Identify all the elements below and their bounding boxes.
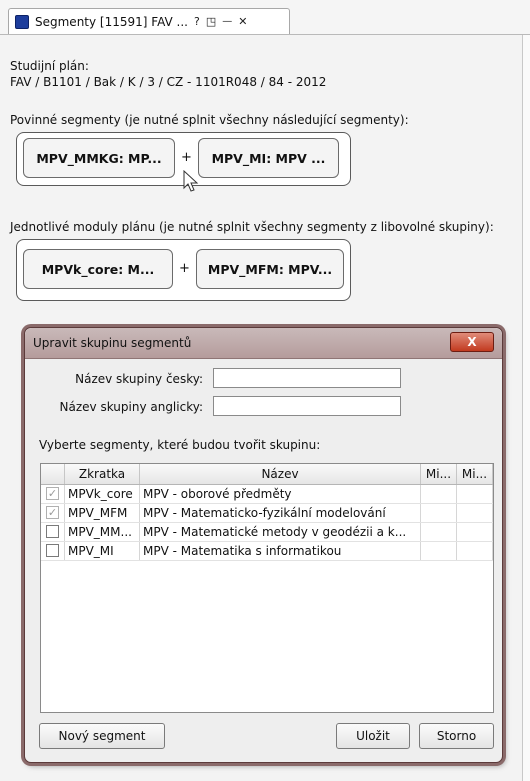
segment-button-mpv-mi[interactable]: MPV_MI: MPV ... xyxy=(198,138,339,178)
table-header: Zkratka Název Mi... Mi... xyxy=(41,464,493,485)
mouse-cursor-icon xyxy=(183,170,199,192)
study-plan-value: FAV / B1101 / Bak / K / 3 / CZ - 1101R04… xyxy=(10,75,327,89)
row-abbr: MPV_MFM xyxy=(65,504,140,522)
dialog-titlebar[interactable]: Upravit skupinu segmentů X xyxy=(25,328,502,359)
row-name: MPV - Matematické metody v geodézii a k.… xyxy=(140,523,421,541)
segments-table: Zkratka Název Mi... Mi... ✓ MPVk_core MP… xyxy=(40,463,494,713)
table-row[interactable]: MPV_MM... MPV - Matematické metody v geo… xyxy=(41,523,493,542)
close-icon[interactable]: ✕ xyxy=(238,15,247,28)
edit-segment-group-dialog: Upravit skupinu segmentů X Název skupiny… xyxy=(24,327,503,763)
column-header-abbr[interactable]: Zkratka xyxy=(65,464,140,484)
row-name: MPV - Matematika s informatikou xyxy=(140,542,421,560)
tab-strip: Segmenty [11591] FAV ... ? ◳ — ✕ xyxy=(0,0,530,35)
help-icon[interactable]: ? xyxy=(194,15,200,28)
window-icon xyxy=(15,14,29,29)
row-checkbox[interactable] xyxy=(46,544,59,557)
row-checkbox[interactable]: ✓ xyxy=(46,487,59,500)
dialog-close-button[interactable]: X xyxy=(450,332,494,352)
row-checkbox[interactable]: ✓ xyxy=(46,506,59,519)
save-button[interactable]: Uložit xyxy=(336,723,410,749)
column-header-check[interactable] xyxy=(41,464,65,484)
segment-button-mpvk-core[interactable]: MPVk_core: M... xyxy=(23,249,173,289)
vertical-scrollbar[interactable] xyxy=(523,35,530,781)
name-cz-label: Název skupiny česky: xyxy=(75,372,203,386)
segment-button-mpv-mfm[interactable]: MPV_MFM: MPV... xyxy=(196,249,344,289)
plus-sign: + xyxy=(181,150,192,165)
row-abbr: MPVk_core xyxy=(65,485,140,503)
minimize-icon[interactable]: — xyxy=(222,16,232,27)
column-header-mi2[interactable]: Mi... xyxy=(457,464,493,484)
tab-title: Segmenty [11591] FAV ... xyxy=(35,14,188,29)
name-cz-input[interactable] xyxy=(213,368,401,388)
segment-button-mpv-mmkg[interactable]: MPV_MMKG: MP... xyxy=(23,138,175,178)
table-row[interactable]: ✓ MPVk_core MPV - oborové předměty xyxy=(41,485,493,504)
row-abbr: MPV_MM... xyxy=(65,523,140,541)
tab-segmenty[interactable]: Segmenty [11591] FAV ... ? ◳ — ✕ xyxy=(8,8,290,34)
row-name: MPV - Matematicko-fyzikální modelování xyxy=(140,504,421,522)
dialog-title: Upravit skupinu segmentů xyxy=(33,336,192,350)
select-segments-heading: Vyberte segmenty, které budou tvořit sku… xyxy=(39,438,321,452)
new-segment-button[interactable]: Nový segment xyxy=(39,723,165,749)
name-en-input[interactable] xyxy=(213,396,401,416)
row-checkbox[interactable] xyxy=(46,525,59,538)
plus-sign: + xyxy=(179,261,190,276)
modules-segment-group: MPVk_core: M... + MPV_MFM: MPV... xyxy=(16,239,351,301)
table-row[interactable]: ✓ MPV_MFM MPV - Matematicko-fyzikální mo… xyxy=(41,504,493,523)
name-en-label: Název skupiny anglicky: xyxy=(59,400,203,414)
mandatory-heading: Povinné segmenty (je nutné splnit všechn… xyxy=(10,113,409,127)
row-abbr: MPV_MI xyxy=(65,542,140,560)
modules-heading: Jednotlivé moduly plánu (je nutné splnit… xyxy=(10,220,494,234)
study-plan-label: Studijní plán: xyxy=(10,59,89,73)
restore-icon[interactable]: ◳ xyxy=(206,15,216,28)
column-header-mi1[interactable]: Mi... xyxy=(421,464,457,484)
cancel-button[interactable]: Storno xyxy=(419,723,494,749)
row-name: MPV - oborové předměty xyxy=(140,485,421,503)
column-header-name[interactable]: Název xyxy=(140,464,421,484)
table-row[interactable]: MPV_MI MPV - Matematika s informatikou xyxy=(41,542,493,561)
